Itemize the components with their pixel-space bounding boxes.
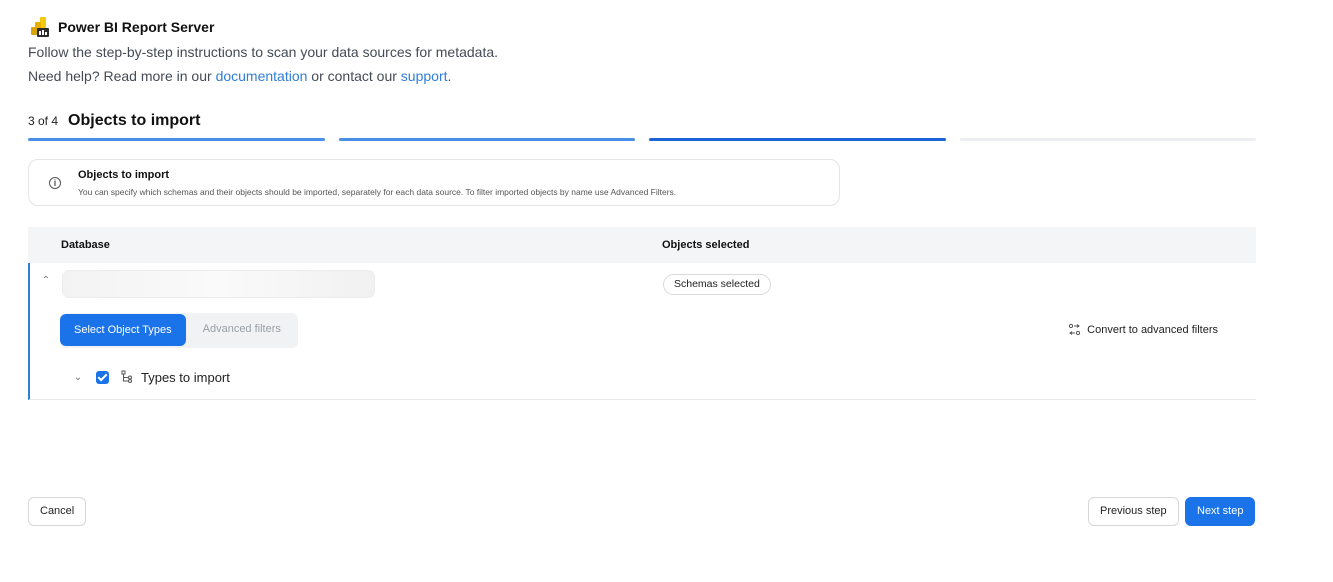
tab-select-object-types[interactable]: Select Object Types [60,314,186,346]
step-progress [28,138,1256,141]
types-checkbox[interactable] [96,370,109,384]
progress-segment-3 [649,138,946,141]
objects-table: Database Objects selected ⌃ Schemas sele… [28,227,1256,400]
types-label: Types to import [141,369,230,385]
chevron-up-icon[interactable]: ⌃ [40,275,52,287]
previous-step-button[interactable]: Previous step [1088,497,1179,526]
table-row: ⌃ Schemas selected Select Object Types A… [28,263,1256,400]
info-description: You can specify which schemas and their … [78,187,677,197]
column-header-database: Database [61,239,110,251]
progress-segment-1 [28,138,325,141]
support-link[interactable]: support [401,68,448,84]
next-step-button[interactable]: Next step [1185,497,1256,526]
filter-mode-toggle: Select Object Types Advanced filters [60,313,298,348]
help-prefix: Need help? Read more in our [28,68,216,84]
convert-to-advanced-filters-button[interactable]: Convert to advanced filters [1068,323,1218,336]
app-title: Power BI Report Server [58,19,215,35]
convert-icon [1068,323,1081,336]
objects-selected-badge: Schemas selected [663,274,771,295]
step-header: 3 of 4 Objects to import [28,112,200,130]
column-header-objects-selected: Objects selected [662,239,750,251]
help-suffix: . [447,68,452,84]
progress-segment-4 [959,138,1256,141]
types-tree-row: ⌄ Types to import [72,369,230,385]
table-header: Database Objects selected [28,227,1256,263]
info-icon: i [49,177,61,189]
chevron-down-icon[interactable]: ⌄ [72,372,84,383]
help-text: Need help? Read more in our documentatio… [28,68,451,84]
info-banner: i Objects to import You can specify whic… [28,159,840,206]
power-bi-icon [30,16,50,38]
intro-text: Follow the step-by-step instructions to … [28,44,499,60]
page-header: Power BI Report Server [30,16,214,38]
tab-advanced-filters[interactable]: Advanced filters [186,313,298,346]
cancel-button[interactable]: Cancel [28,497,87,526]
info-title: Objects to import [78,169,170,181]
convert-label: Convert to advanced filters [1087,323,1218,336]
documentation-link[interactable]: documentation [216,68,308,84]
step-title: Objects to import [68,112,201,129]
tree-icon [121,370,133,384]
database-name-redacted [62,270,375,298]
help-middle: or contact our [307,68,401,84]
progress-segment-2 [338,138,635,141]
step-count: 3 of 4 [28,114,59,128]
